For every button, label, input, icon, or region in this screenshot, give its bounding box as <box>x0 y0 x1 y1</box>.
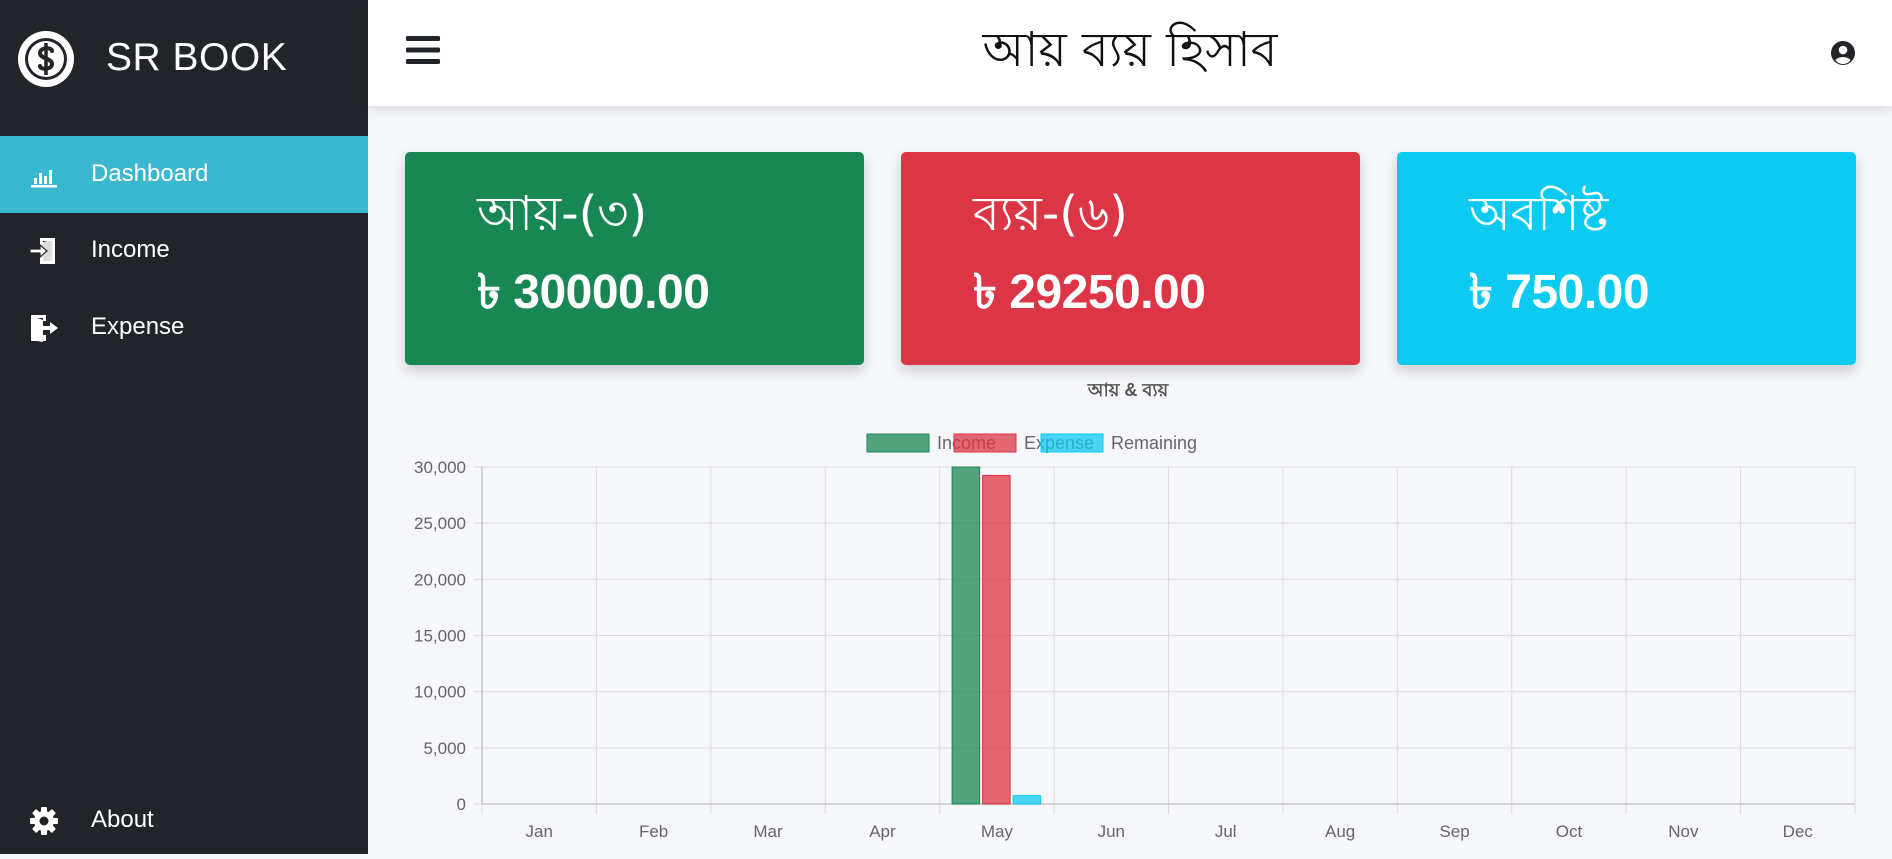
chart-title: আয় & ব্যয় <box>1087 380 1170 400</box>
remaining-card-value: ৳ 750.00 <box>1469 266 1650 319</box>
x-tick-label: Jul <box>1215 822 1237 841</box>
chart-svg: আয় & ব্যয়IncomeExpenseRemaining05,0001… <box>414 380 1856 841</box>
sidebar-item-label: About <box>91 806 154 833</box>
user-circle-icon[interactable] <box>1830 40 1856 66</box>
x-tick-label: Sep <box>1439 822 1469 841</box>
y-tick-label: 20,000 <box>414 570 466 589</box>
sidebar-item-expense[interactable]: Expense <box>0 289 368 366</box>
income-card-value: ৳ 30000.00 <box>477 266 710 319</box>
sign-out-icon <box>31 315 58 342</box>
gear-icon <box>30 807 58 835</box>
bar-expense-may <box>982 474 1011 805</box>
income-card: আয়-(৩) ৳ 30000.00 <box>405 152 864 365</box>
expense-card-value: ৳ 29250.00 <box>973 266 1206 319</box>
expense-card-title: ব্যয়-(৬) <box>973 186 1128 242</box>
x-tick-label: Dec <box>1783 822 1814 841</box>
x-tick-label: Nov <box>1668 822 1699 841</box>
brand-name: SR BOOK <box>106 36 288 79</box>
x-tick-label: Jun <box>1098 822 1125 841</box>
legend-swatch-income <box>866 433 930 453</box>
page-title: আয় ব্যয় হিসাব <box>982 22 1278 78</box>
x-tick-label: May <box>981 822 1014 841</box>
bar-chart-icon <box>31 170 57 188</box>
x-tick-label: Feb <box>639 822 668 841</box>
sidebar-item-income[interactable]: Income <box>0 212 368 289</box>
bar-income-may <box>951 466 981 805</box>
sidebar-item-label: Dashboard <box>91 160 209 187</box>
sidebar-item-dashboard[interactable]: Dashboard <box>0 136 368 213</box>
sidebar-item-about[interactable]: About <box>0 782 368 859</box>
top-header: আয় ব্যয় হিসাব <box>368 0 1892 106</box>
remaining-card: অবশিষ্ট ৳ 750.00 <box>1397 152 1856 365</box>
y-tick-label: 25,000 <box>414 514 466 533</box>
bar-remaining-may <box>1012 795 1042 805</box>
brand[interactable]: SR BOOK <box>0 0 368 120</box>
y-tick-label: 10,000 <box>414 683 466 702</box>
y-tick-label: 15,000 <box>414 627 466 646</box>
income-expense-chart: আয় & ব্যয়IncomeExpenseRemaining05,0001… <box>368 370 1892 854</box>
x-tick-label: Jan <box>525 822 552 841</box>
remaining-card-title: অবশিষ্ট <box>1469 186 1609 242</box>
sidebar: SR BOOK Dashboard Income Expense About <box>0 0 368 854</box>
sidebar-item-label: Expense <box>91 313 185 340</box>
x-tick-label: Mar <box>753 822 783 841</box>
x-tick-label: Aug <box>1325 822 1355 841</box>
legend-swatch-remaining <box>1040 433 1104 453</box>
y-tick-label: 5,000 <box>423 739 466 758</box>
y-tick-label: 0 <box>457 795 466 814</box>
legend-label-remaining: Remaining <box>1111 433 1197 453</box>
sidebar-item-label: Income <box>91 236 170 263</box>
y-tick-label: 30,000 <box>414 458 466 477</box>
sign-in-icon <box>29 238 55 264</box>
x-tick-label: Oct <box>1556 822 1583 841</box>
expense-card: ব্যয়-(৬) ৳ 29250.00 <box>901 152 1360 365</box>
income-card-title: আয়-(৩) <box>477 186 648 242</box>
x-tick-label: Apr <box>869 822 896 841</box>
legend-swatch-expense <box>953 433 1017 453</box>
dollar-circle-icon <box>18 31 74 87</box>
